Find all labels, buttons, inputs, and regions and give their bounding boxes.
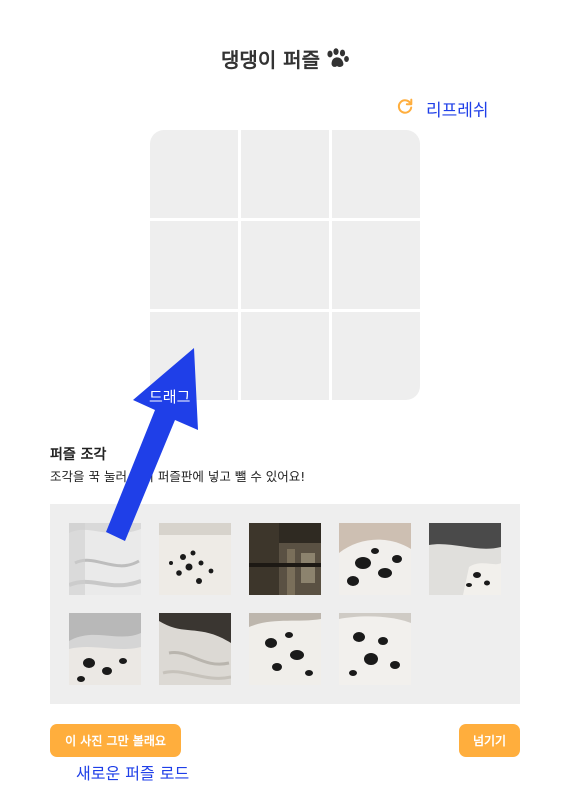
paw-icon bbox=[324, 48, 350, 75]
page-title: 댕댕이 퍼즐 bbox=[0, 44, 571, 75]
board-cell[interactable] bbox=[150, 221, 238, 309]
puzzle-piece-5[interactable] bbox=[429, 523, 501, 595]
page-title-text: 댕댕이 퍼즐 bbox=[221, 48, 320, 72]
refresh-icon bbox=[396, 97, 414, 119]
board-cell[interactable] bbox=[332, 130, 420, 218]
puzzle-piece-4[interactable] bbox=[339, 523, 411, 595]
pieces-section-description: 조각을 꾹 눌러서 위 퍼즐판에 넣고 뺄 수 있어요! bbox=[50, 469, 306, 484]
puzzle-piece-3[interactable] bbox=[249, 523, 321, 595]
pieces-tray bbox=[50, 504, 520, 704]
board-cell[interactable] bbox=[332, 312, 420, 400]
new-photo-button[interactable]: 이 사진 그만 볼래요 bbox=[50, 724, 181, 757]
puzzle-piece-6[interactable] bbox=[69, 613, 141, 685]
puzzle-piece-8[interactable] bbox=[249, 613, 321, 685]
skip-button[interactable]: 넘기기 bbox=[459, 724, 520, 757]
puzzle-piece-2[interactable] bbox=[159, 523, 231, 595]
new-puzzle-caption: 새로운 퍼즐 로드 bbox=[76, 764, 190, 783]
puzzle-piece-7[interactable] bbox=[159, 613, 231, 685]
puzzle-board bbox=[150, 130, 420, 400]
board-cell[interactable] bbox=[332, 221, 420, 309]
board-cell[interactable] bbox=[241, 312, 329, 400]
board-cell[interactable] bbox=[241, 130, 329, 218]
refresh-label: 리프레쉬 bbox=[426, 100, 489, 121]
puzzle-piece-9[interactable] bbox=[339, 613, 411, 685]
board-cell[interactable] bbox=[150, 130, 238, 218]
puzzle-piece-1[interactable] bbox=[69, 523, 141, 595]
refresh-button[interactable]: 리프레쉬 bbox=[396, 96, 489, 121]
pieces-section-title: 퍼즐 조각 bbox=[50, 447, 107, 463]
drag-annotation-label: 드래그 bbox=[149, 388, 191, 406]
board-cell[interactable] bbox=[241, 221, 329, 309]
